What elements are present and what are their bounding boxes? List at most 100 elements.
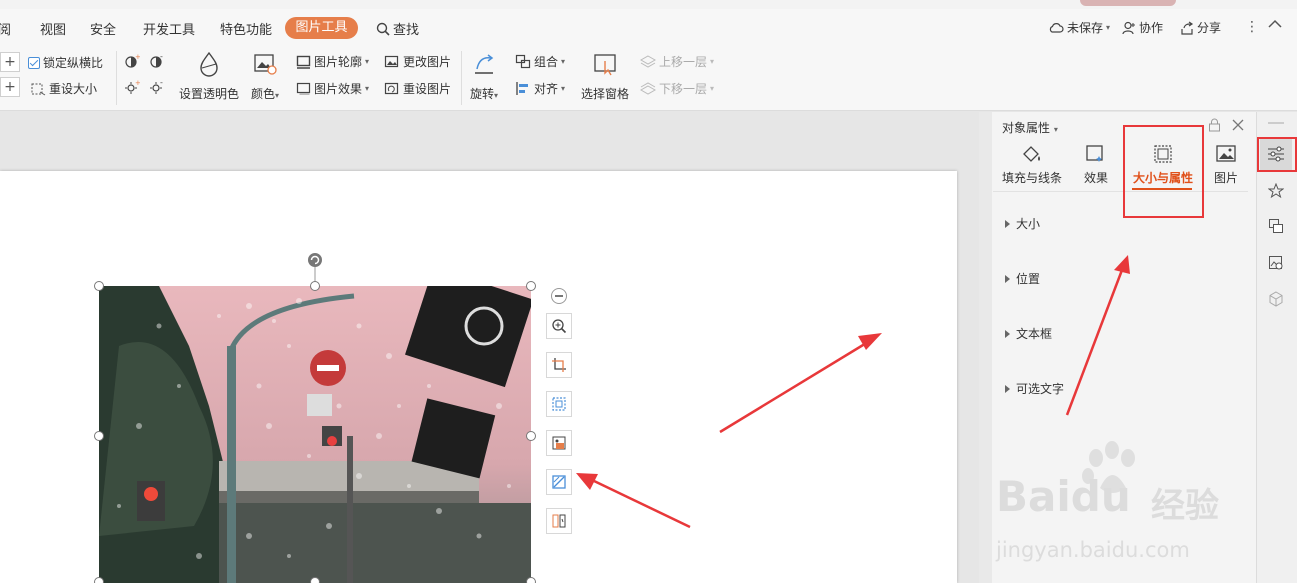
change-picture-button[interactable]: 更改图片: [384, 53, 451, 70]
close-icon[interactable]: [1232, 119, 1244, 134]
picture-effects-button[interactable]: 图片效果 ▾: [296, 80, 369, 97]
increase-height-button[interactable]: +: [0, 77, 20, 97]
bring-forward-button[interactable]: 上移一层 ▾: [640, 53, 714, 70]
share-button[interactable]: 分享: [1180, 19, 1221, 36]
tab-picture[interactable]: 图片: [1214, 144, 1238, 186]
resize-handle-bottom[interactable]: [310, 577, 320, 583]
contrast-buttons[interactable]: + -: [124, 53, 165, 69]
align-button[interactable]: 对齐 ▾: [515, 80, 565, 97]
sidebar-grip: [1268, 122, 1284, 124]
search-button[interactable]: 查找: [376, 19, 419, 38]
increase-width-button[interactable]: +: [0, 52, 20, 72]
zoom-in-icon: [551, 318, 567, 334]
watermark-brand: Baidu: [996, 472, 1131, 521]
reset-size-icon: [30, 82, 46, 96]
tab-effects[interactable]: 效果: [1084, 144, 1108, 186]
collapse-ribbon-icon[interactable]: [1268, 19, 1282, 29]
picture-split-icon: [551, 513, 567, 529]
panel-title[interactable]: 对象属性 ▾: [1002, 119, 1058, 136]
cloud-icon: [1048, 22, 1064, 34]
lock-aspect-ratio-checkbox[interactable]: 锁定纵横比: [28, 54, 103, 71]
section-size[interactable]: 大小: [1005, 215, 1040, 232]
tab-effects-label: 效果: [1084, 171, 1109, 185]
save-status-button[interactable]: 未保存 ▾: [1048, 19, 1110, 36]
svg-text:-: -: [160, 53, 163, 61]
transparency-button[interactable]: [546, 469, 572, 495]
sidebar-transition-button[interactable]: [1260, 210, 1292, 242]
picture-color-icon: [252, 51, 278, 77]
rotate-label: 旋转▾: [470, 87, 499, 101]
picture-select-button[interactable]: [546, 391, 572, 417]
cube-icon: [1268, 291, 1284, 307]
group-label: 组合: [534, 55, 559, 69]
section-textbox[interactable]: 文本框: [1005, 325, 1052, 342]
selected-picture[interactable]: [99, 286, 531, 583]
reset-size-button[interactable]: 重设大小: [30, 80, 97, 97]
picture-layout-button[interactable]: [546, 430, 572, 456]
expand-arrow-icon: [1005, 329, 1010, 338]
unsaved-label: 未保存: [1067, 21, 1104, 35]
reset-picture-button[interactable]: 重设图片: [384, 80, 451, 97]
section-alt-text[interactable]: 可选文字: [1005, 380, 1064, 397]
sidebar-animation-button[interactable]: [1260, 175, 1292, 207]
share-label: 分享: [1197, 21, 1222, 35]
brightness-buttons[interactable]: + -: [124, 79, 165, 95]
resize-handle-left[interactable]: [94, 431, 104, 441]
menu-view[interactable]: 视图: [40, 19, 66, 38]
resize-handle-top-right[interactable]: [526, 281, 536, 291]
menu-special[interactable]: 特色功能: [220, 19, 272, 38]
panel-splitter[interactable]: [979, 112, 992, 583]
zoom-in-button[interactable]: [546, 313, 572, 339]
group-icon: [515, 54, 531, 69]
picture-outline-button[interactable]: 图片轮廓 ▾: [296, 53, 369, 70]
sidebar-3d-button[interactable]: [1260, 283, 1292, 315]
set-transparent-label: 设置透明色: [179, 87, 240, 101]
rotate-handle[interactable]: [306, 251, 324, 285]
selection-pane-icon: [592, 51, 618, 77]
menu-bar: 阅 视图 安全 开发工具 特色功能 图片工具 查找 未保存 ▾ 协作 分享 ⋮: [0, 9, 1297, 45]
section-position[interactable]: 位置: [1005, 270, 1040, 287]
selection-pane-button[interactable]: 选择窗格: [581, 51, 629, 102]
star-icon: [1268, 183, 1284, 199]
title-strip: [0, 0, 1297, 9]
tab-picture-label: 图片: [1214, 171, 1239, 185]
lock-icon[interactable]: [1208, 118, 1221, 135]
resize-handle-right[interactable]: [526, 431, 536, 441]
resize-handle-top-left[interactable]: [94, 281, 104, 291]
menu-picture-tools[interactable]: 图片工具: [285, 17, 358, 39]
expand-arrow-icon: [1005, 384, 1010, 393]
crop-button[interactable]: [546, 352, 572, 378]
send-backward-label: 下移一层: [659, 82, 708, 96]
picture-split-button[interactable]: [546, 508, 572, 534]
rotate-icon: [471, 51, 497, 77]
send-backward-button[interactable]: 下移一层 ▾: [640, 80, 714, 97]
rainy-street-image: [99, 286, 531, 583]
tab-fill-line[interactable]: 填充与线条: [1002, 144, 1062, 186]
resize-handle-bottom-right[interactable]: [526, 577, 536, 583]
baidu-watermark: Baidu 经验 jingyan.baidu.com: [996, 440, 1256, 580]
resize-handle-top[interactable]: [310, 281, 320, 291]
set-transparent-button[interactable]: 设置透明色: [179, 51, 239, 102]
window-control-pill: [1080, 0, 1176, 6]
image-search-icon: [1268, 255, 1284, 271]
svg-text:+: +: [135, 53, 140, 61]
color-button[interactable]: 颜色▾: [251, 51, 279, 102]
ribbon-toolbar: + + 锁定纵横比 重设大小 + - + - 设置透明色 颜色▾ 图片轮廓 ▾ 图…: [0, 45, 1297, 111]
menu-dev-tools[interactable]: 开发工具: [143, 19, 195, 38]
menu-security[interactable]: 安全: [90, 19, 116, 38]
highlight-size-tab: [1123, 125, 1204, 218]
ribbon-divider: [461, 51, 462, 105]
share-icon: [1180, 21, 1194, 35]
resize-handle-bottom-left[interactable]: [94, 577, 104, 583]
effects-label: 图片效果: [314, 82, 363, 96]
watermark-brand-cn: 经验: [1151, 486, 1219, 526]
menu-review[interactable]: 阅: [0, 19, 11, 38]
collab-label: 协作: [1139, 21, 1164, 35]
collapse-toolbar-icon[interactable]: [551, 288, 567, 304]
reset-size-label: 重设大小: [49, 82, 98, 96]
more-icon[interactable]: ⋮: [1245, 19, 1259, 35]
collaborate-button[interactable]: 协作: [1122, 19, 1163, 36]
group-button[interactable]: 组合 ▾: [515, 53, 565, 70]
sidebar-image-button[interactable]: [1260, 247, 1292, 279]
rotate-button[interactable]: 旋转▾: [470, 51, 498, 102]
